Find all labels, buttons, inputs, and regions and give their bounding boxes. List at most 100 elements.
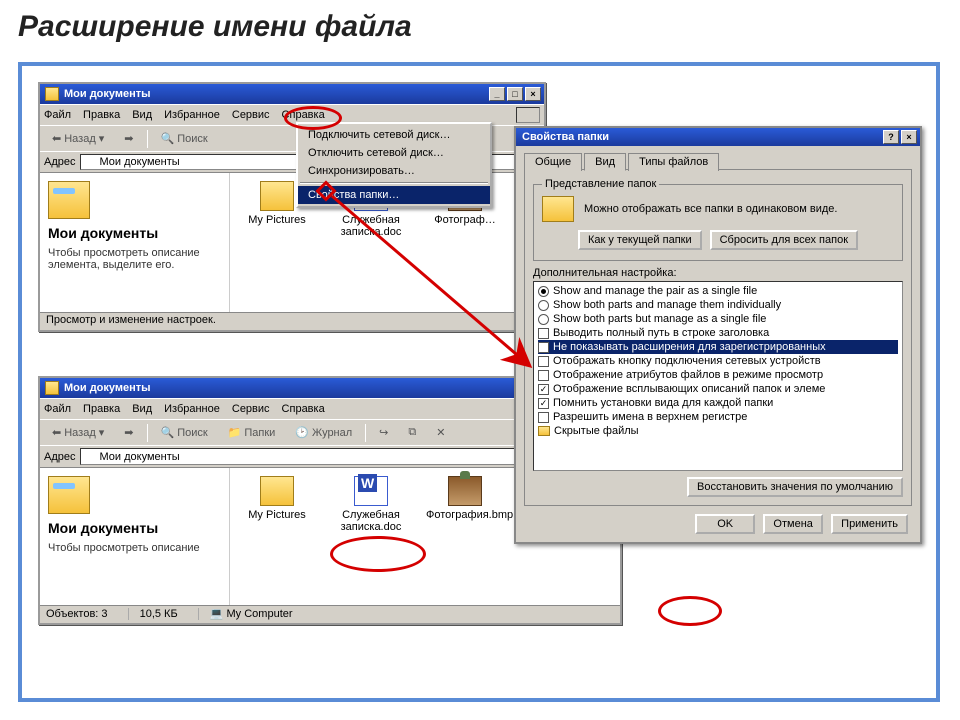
radio-icon[interactable] xyxy=(538,286,549,297)
tree-row[interactable]: Show and manage the pair as a single fil… xyxy=(538,284,898,298)
journal-button[interactable]: 🕑 Журнал xyxy=(288,423,359,442)
maximize-button[interactable]: □ xyxy=(507,87,523,101)
tree-row[interactable]: Скрытые файлы xyxy=(538,424,898,438)
checkbox-icon[interactable] xyxy=(538,342,549,353)
tree-row[interactable]: Не показывать расширения для зарегистрир… xyxy=(538,340,898,354)
checkbox-icon[interactable] xyxy=(538,384,549,395)
radio-icon[interactable] xyxy=(538,300,549,311)
word-doc-icon xyxy=(354,476,388,506)
explorer-window-1: Мои документы _ □ × Файл Правка Вид Избр… xyxy=(38,82,546,332)
minimize-button[interactable]: _ xyxy=(489,87,505,101)
tree-row-label: Скрытые файлы xyxy=(554,425,639,437)
restore-defaults-button[interactable]: Восстановить значения по умолчанию xyxy=(687,477,903,497)
copy-icon[interactable]: ⧉ xyxy=(401,423,423,442)
menu-help[interactable]: Справка xyxy=(282,109,325,121)
menu-item-disconnect-drive[interactable]: Отключить сетевой диск… xyxy=(298,144,490,162)
checkbox-icon[interactable] xyxy=(538,328,549,339)
folders-button[interactable]: 📁 Папки xyxy=(221,423,283,442)
status-bar: Просмотр и изменение настроек. xyxy=(40,312,544,330)
tree-row[interactable]: Show both parts and manage them individu… xyxy=(538,298,898,312)
menu-help[interactable]: Справка xyxy=(282,403,325,415)
side-desc: Чтобы просмотреть описание xyxy=(48,542,221,554)
ie-logo-icon xyxy=(516,107,540,123)
tree-row[interactable]: Отображать кнопку подключения сетевых ус… xyxy=(538,354,898,368)
cancel-button[interactable]: Отмена xyxy=(763,514,823,534)
search-button[interactable]: 🔍 Поиск xyxy=(154,423,215,442)
menu-view[interactable]: Вид xyxy=(132,403,152,415)
search-button[interactable]: 🔍 Поиск xyxy=(154,129,215,148)
tree-row-label: Помнить установки вида для каждой папки xyxy=(553,397,773,409)
menu-item-sync[interactable]: Синхронизировать… xyxy=(298,162,490,180)
move-icon[interactable]: ↪ xyxy=(372,423,395,442)
tree-row-label: Не показывать расширения для зарегистрир… xyxy=(553,341,826,353)
help-button[interactable]: ? xyxy=(883,130,899,144)
checkbox-icon[interactable] xyxy=(538,370,549,381)
address-label: Адрес xyxy=(44,156,76,168)
tab-strip: Общие Вид Типы файлов xyxy=(524,152,912,170)
folder-icon[interactable] xyxy=(538,426,550,436)
radio-icon[interactable] xyxy=(538,314,549,325)
close-button[interactable]: × xyxy=(525,87,541,101)
advanced-tree[interactable]: Show and manage the pair as a single fil… xyxy=(533,281,903,471)
tab-filetypes[interactable]: Типы файлов xyxy=(628,153,719,171)
folder-icon xyxy=(260,476,294,506)
menu-view[interactable]: Вид xyxy=(132,109,152,121)
tree-row[interactable]: Помнить установки вида для каждой папки xyxy=(538,396,898,410)
address-field[interactable]: Мои документы ▾ xyxy=(80,448,543,465)
group-label: Представление папок xyxy=(542,178,659,190)
menu-item-connect-drive[interactable]: Подключить сетевой диск… xyxy=(298,126,490,144)
back-button[interactable]: ⬅ Назад ▾ xyxy=(45,129,111,148)
ok-button[interactable]: OK xyxy=(695,514,755,534)
like-current-button[interactable]: Как у текущей папки xyxy=(578,230,702,250)
menu-favorites[interactable]: Избранное xyxy=(164,109,220,121)
tab-view[interactable]: Вид xyxy=(584,153,626,171)
menu-file[interactable]: Файл xyxy=(44,109,71,121)
back-button[interactable]: ⬅ Назад ▾ xyxy=(45,423,111,442)
tab-page: Представление папок Можно отображать все… xyxy=(524,169,912,506)
folder-icon xyxy=(542,196,574,222)
folder-icon xyxy=(84,451,96,463)
delete-icon[interactable]: ✕ xyxy=(429,423,452,442)
forward-button[interactable]: ➡ xyxy=(117,423,140,442)
folder-icon xyxy=(84,156,96,168)
tree-row[interactable]: Разрешить имена в верхнем регистре xyxy=(538,410,898,424)
journal-label: Журнал xyxy=(312,427,352,439)
menu-favorites[interactable]: Избранное xyxy=(164,403,220,415)
tools-dropdown[interactable]: Подключить сетевой диск… Отключить сетев… xyxy=(296,122,492,208)
tree-row-label: Show both parts but manage as a single f… xyxy=(553,313,766,325)
reset-all-button[interactable]: Сбросить для всех папок xyxy=(710,230,858,250)
checkbox-icon[interactable] xyxy=(538,398,549,409)
tab-general[interactable]: Общие xyxy=(524,153,582,171)
menu-tools[interactable]: Сервис xyxy=(232,403,270,415)
apply-button[interactable]: Применить xyxy=(831,514,908,534)
titlebar[interactable]: Мои документы _ □ × xyxy=(40,84,544,104)
status-objects: Объектов: 3 xyxy=(46,608,129,620)
file-item[interactable]: Служебная записка.doc xyxy=(332,476,410,533)
forward-button[interactable]: ➡ xyxy=(117,129,140,148)
file-item[interactable]: My Pictures xyxy=(238,476,316,521)
separator xyxy=(147,130,148,148)
file-label: Служебная записка.doc xyxy=(332,214,410,238)
dialog-titlebar[interactable]: Свойства папки ? × xyxy=(516,128,920,146)
menu-tools[interactable]: Сервис xyxy=(232,109,270,121)
my-documents-icon xyxy=(48,181,90,219)
menu-item-folder-options[interactable]: Свойства папки… xyxy=(298,186,490,204)
checkbox-icon[interactable] xyxy=(538,356,549,367)
bitmap-icon xyxy=(448,476,482,506)
menu-edit[interactable]: Правка xyxy=(83,109,120,121)
search-label: Поиск xyxy=(177,427,207,439)
side-pane: Мои документы Чтобы просмотреть описание… xyxy=(40,173,230,312)
menu-file[interactable]: Файл xyxy=(44,403,71,415)
file-item[interactable]: Фотография.bmp xyxy=(426,476,504,521)
tree-row[interactable]: Show both parts but manage as a single f… xyxy=(538,312,898,326)
checkbox-icon[interactable] xyxy=(538,412,549,423)
close-button[interactable]: × xyxy=(901,130,917,144)
file-label: My Pictures xyxy=(238,214,316,226)
address-value: Мои документы xyxy=(100,156,180,168)
menu-edit[interactable]: Правка xyxy=(83,403,120,415)
tree-row[interactable]: Отображение атрибутов файлов в режиме пр… xyxy=(538,368,898,382)
tree-row[interactable]: Выводить полный путь в строке заголовка xyxy=(538,326,898,340)
tree-row-label: Отображение атрибутов файлов в режиме пр… xyxy=(553,369,823,381)
tree-row[interactable]: Отображение всплывающих описаний папок и… xyxy=(538,382,898,396)
tree-row-label: Разрешить имена в верхнем регистре xyxy=(553,411,747,423)
